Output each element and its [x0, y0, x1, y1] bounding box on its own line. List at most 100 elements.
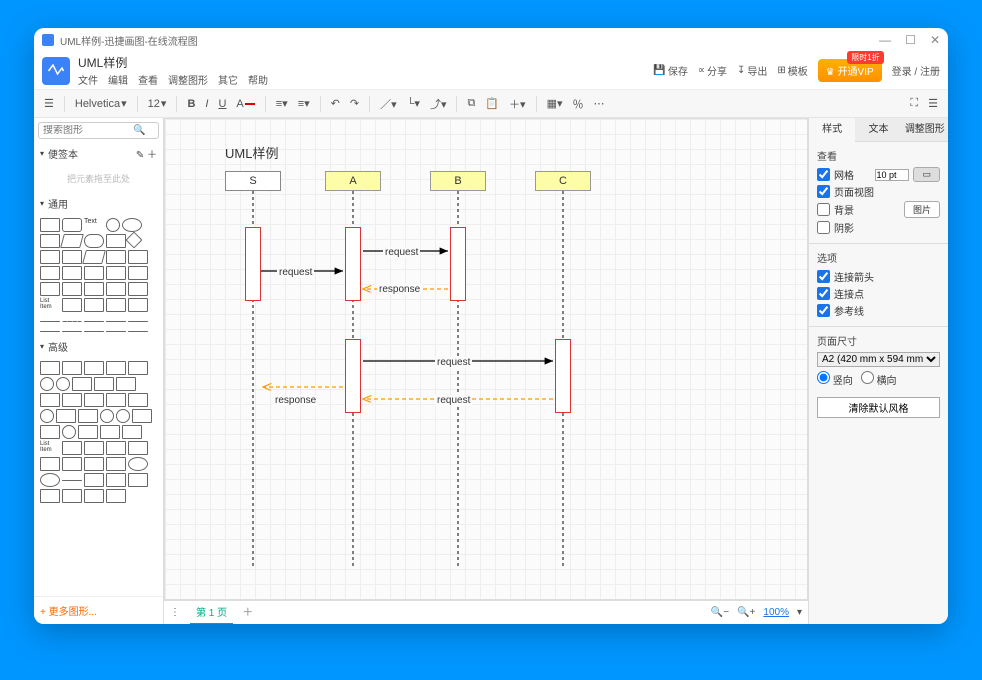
redo-button[interactable]: ↷: [346, 94, 363, 113]
shape-search-input[interactable]: [43, 125, 133, 136]
crown-icon: ♛: [826, 67, 835, 78]
lbl-req3: request: [435, 357, 472, 368]
zoom-out-button[interactable]: 🔍−: [711, 607, 729, 618]
shapes-sidebar: 🔍 便签本✎ ＋ 把元素拖至此处 通用 Text List Item 高级: [34, 118, 164, 624]
zoom-dropdown-icon[interactable]: ▾: [797, 607, 802, 618]
lbl-req4: request: [435, 395, 472, 406]
underline-button[interactable]: U: [214, 95, 230, 113]
menu-file[interactable]: 文件: [78, 72, 98, 87]
italic-button[interactable]: I: [201, 95, 212, 113]
app-logo-icon: [42, 57, 70, 85]
section-pagesize: 页面尺寸: [817, 333, 940, 348]
undo-button[interactable]: ↶: [327, 94, 344, 113]
bold-button[interactable]: B: [183, 95, 199, 113]
menu-adjust[interactable]: 调整图形: [168, 72, 208, 87]
more-shapes-link[interactable]: + 更多图形...: [34, 596, 163, 624]
fullscreen-button[interactable]: ⛶: [906, 94, 922, 113]
checkbox-pageview[interactable]: [817, 185, 830, 198]
zoom-in-button[interactable]: 🔍+: [737, 607, 755, 618]
radio-portrait[interactable]: [817, 371, 830, 384]
menu-other[interactable]: 其它: [218, 72, 238, 87]
insert-button[interactable]: ＋▾: [505, 93, 530, 115]
export-icon: ↧: [737, 65, 745, 76]
save-icon: 💾: [653, 65, 665, 76]
sidebar-toggle-button[interactable]: ☰: [40, 94, 58, 113]
image-button[interactable]: 图片: [904, 201, 940, 218]
more-button[interactable]: ⋯: [590, 94, 609, 113]
shape-search[interactable]: 🔍: [38, 122, 159, 139]
align-vert-button[interactable]: ≡▾: [294, 94, 314, 113]
advanced-shapes[interactable]: List Item: [34, 357, 163, 507]
export-button[interactable]: ↧导出: [737, 63, 767, 78]
app-header: UML样例 文件 编辑 查看 调整图形 其它 帮助 💾保存 ∝分享 ↧导出 ⊞模…: [34, 52, 948, 90]
pagesize-select[interactable]: A2 (420 mm x 594 mm): [817, 352, 940, 367]
minimize-button[interactable]: —: [879, 33, 891, 47]
document-title[interactable]: UML样例: [78, 54, 645, 71]
font-select[interactable]: Helvetica▾: [71, 94, 131, 113]
checkbox-grid[interactable]: [817, 168, 830, 181]
zoom-value[interactable]: 100%: [763, 607, 789, 618]
os-titlebar: UML样例-迅捷画图-在线流程图 — ☐ ✕: [34, 28, 948, 52]
link-button[interactable]: ％: [569, 93, 588, 115]
tab-style[interactable]: 样式: [809, 118, 855, 142]
radio-landscape[interactable]: [861, 371, 874, 384]
checkbox-conn-point[interactable]: [817, 287, 830, 300]
panel-toggle-button[interactable]: ☰: [924, 94, 942, 113]
checkbox-background[interactable]: [817, 203, 830, 216]
lbl-req1: request: [277, 267, 314, 278]
checkbox-shadow[interactable]: [817, 221, 830, 234]
fontsize-select[interactable]: 12 ▾: [144, 94, 171, 113]
page-tab-1[interactable]: 第 1 页: [190, 600, 233, 624]
app-small-icon: [42, 34, 54, 46]
reset-style-button[interactable]: 清除默认风格: [817, 397, 940, 418]
table-button[interactable]: ▦▾: [543, 94, 567, 113]
template-button[interactable]: ⊞模板: [777, 63, 807, 78]
lbl-resp2: response: [273, 395, 318, 406]
close-button[interactable]: ✕: [930, 33, 940, 47]
drawing-canvas[interactable]: UML样例 S A B C: [164, 118, 808, 600]
activation-A2[interactable]: [345, 339, 361, 413]
group-general[interactable]: 通用: [34, 193, 163, 214]
activation-S1[interactable]: [245, 227, 261, 301]
sticky-dropzone[interactable]: 把元素拖至此处: [34, 164, 163, 193]
app-window: UML样例-迅捷画图-在线流程图 — ☐ ✕ UML样例 文件 编辑 查看 调整…: [34, 28, 948, 624]
general-shapes[interactable]: Text List Item: [34, 214, 163, 336]
properties-panel: 样式 文本 调整图形 查看 网格 ▭ 页面视图 背景 图片 阴影 选项 连接箭头…: [808, 118, 948, 624]
menu-edit[interactable]: 编辑: [108, 72, 128, 87]
template-icon: ⊞: [777, 65, 785, 76]
copy-button[interactable]: ⧉: [463, 94, 479, 113]
checkbox-conn-arrow[interactable]: [817, 270, 830, 283]
align-left-button[interactable]: ≡▾: [272, 94, 292, 113]
group-sticky[interactable]: 便签本✎ ＋: [34, 143, 163, 164]
maximize-button[interactable]: ☐: [905, 33, 916, 47]
save-button[interactable]: 💾保存: [653, 63, 687, 78]
lbl-resp1: response: [377, 284, 422, 295]
window-title: UML样例-迅捷画图-在线流程图: [60, 33, 879, 48]
tab-text[interactable]: 文本: [855, 118, 901, 142]
grid-color-button[interactable]: ▭: [913, 167, 940, 182]
waypoint-button[interactable]: ⤴▾: [426, 93, 451, 115]
main-area: 🔍 便签本✎ ＋ 把元素拖至此处 通用 Text List Item 高级: [34, 118, 948, 624]
menu-view[interactable]: 查看: [138, 72, 158, 87]
login-link[interactable]: 登录 / 注册: [892, 63, 940, 78]
activation-B1[interactable]: [450, 227, 466, 301]
canvas-area: UML样例 S A B C: [164, 118, 808, 624]
grid-size-input[interactable]: [875, 169, 909, 181]
share-button[interactable]: ∝分享: [698, 63, 727, 78]
vip-badge: 限时1折: [847, 51, 883, 64]
group-advanced[interactable]: 高级: [34, 336, 163, 357]
activation-C1[interactable]: [555, 339, 571, 413]
connector-button[interactable]: └▾: [403, 94, 424, 113]
fontcolor-button[interactable]: A: [232, 95, 258, 113]
menu-bar: 文件 编辑 查看 调整图形 其它 帮助: [78, 72, 645, 87]
status-bar: ⋮ 第 1 页 + 🔍− 🔍+ 100% ▾: [164, 600, 808, 624]
line-style-button[interactable]: ／▾: [376, 93, 401, 115]
add-page-button[interactable]: +: [243, 604, 252, 622]
menu-help[interactable]: 帮助: [248, 72, 268, 87]
page-menu-icon[interactable]: ⋮: [170, 607, 180, 618]
tab-adjust[interactable]: 调整图形: [902, 118, 948, 142]
activation-A1[interactable]: [345, 227, 361, 301]
vip-button[interactable]: 限时1折 ♛ 开通VIP: [818, 59, 882, 82]
checkbox-guideline[interactable]: [817, 304, 830, 317]
paste-button[interactable]: 📋: [481, 94, 503, 113]
